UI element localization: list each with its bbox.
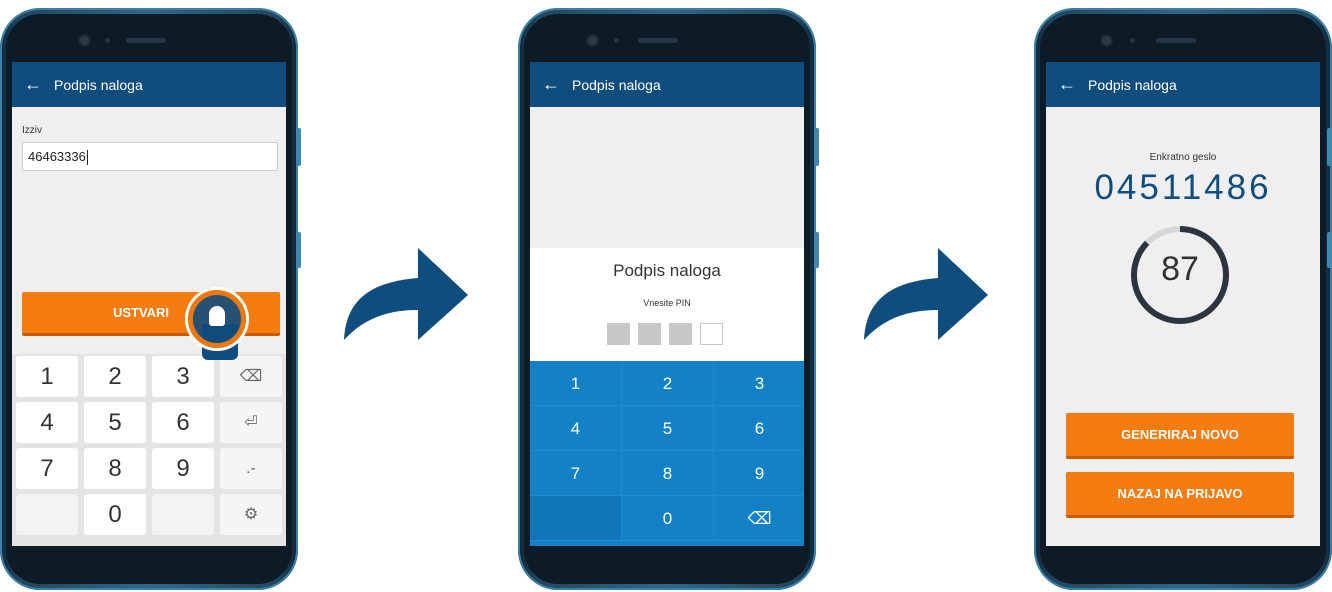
back-arrow-icon[interactable]: ← [1046,62,1088,107]
key-9[interactable]: 9 [152,448,214,489]
sensor-icon [614,38,619,43]
back-arrow-icon[interactable]: ← [530,62,572,107]
fingertip-icon [209,306,225,326]
speaker-grille [1156,38,1196,43]
phone-frame-3: ← Podpis naloga Enkratno geslo 04511486 … [1034,8,1332,590]
pin-key-7[interactable]: 7 [530,451,622,496]
volume-button [814,128,819,166]
pin-key-1[interactable]: 1 [530,361,622,406]
key-4[interactable]: 4 [16,402,78,443]
app-bar-title: Podpis naloga [1088,76,1177,93]
backspace-key-icon[interactable]: ⌫ [220,356,282,397]
pin-key-4[interactable]: 4 [530,406,622,451]
pin-digit-filled [607,323,630,345]
camera-icon [80,36,89,45]
key-2[interactable]: 2 [84,356,146,397]
otp-code: 04511486 [1094,168,1272,207]
challenge-input[interactable]: 46463336 [22,142,278,171]
enter-key-icon[interactable]: ⏎ [220,402,282,443]
challenge-value: 46463336 [28,149,86,164]
text-caret [86,150,88,166]
pin-prompt: Vnesite PIN [643,298,691,308]
camera-icon [1102,36,1111,45]
back-arrow-icon[interactable]: ← [12,62,54,107]
numeric-keyboard: 1 2 3 ⌫ 4 5 6 ⏎ 7 8 9 .- 0 ⚙ [12,354,286,546]
curved-arrow-icon [344,248,468,340]
punctuation-key[interactable]: .- [220,448,282,489]
pin-key-9[interactable]: 9 [714,451,804,496]
volume-button [296,128,301,166]
pin-digit-empty [700,323,723,345]
pin-key-2[interactable]: 2 [622,361,714,406]
app-screen-challenge: ← Podpis naloga Izziv 46463336 USTVARI 1… [12,62,286,546]
otp-label: Enkratno geslo [1149,152,1217,163]
key-1[interactable]: 1 [16,356,78,397]
pin-key-6[interactable]: 6 [714,406,804,451]
challenge-label: Izziv [22,125,42,136]
pin-sheet-title: Podpis naloga [613,261,721,280]
app-bar: ← Podpis naloga [530,62,804,107]
key-3[interactable]: 3 [152,356,214,397]
curved-arrow-icon [864,248,988,340]
pin-key-8[interactable]: 8 [622,451,714,496]
key-7[interactable]: 7 [16,448,78,489]
back-to-login-button[interactable]: NAZAJ NA PRIJAVO [1066,472,1294,518]
key-5[interactable]: 5 [84,402,146,443]
speaker-grille [126,38,166,43]
volume-button [1327,128,1332,166]
key-6[interactable]: 6 [152,402,214,443]
sensor-icon [105,38,110,43]
app-screen-pin: ← Podpis naloga Podpis naloga Vnesite PI… [530,62,804,546]
power-button [1327,232,1332,268]
key-0[interactable]: 0 [84,494,146,535]
pin-keypad: 1 2 3 4 5 6 7 8 9 0 ⌫ [530,361,804,546]
key-8[interactable]: 8 [84,448,146,489]
camera-icon [588,36,597,45]
speaker-grille [638,38,678,43]
app-screen-otp: ← Podpis naloga Enkratno geslo 04511486 … [1046,62,1320,546]
countdown-seconds: 87 [1161,250,1199,288]
pin-key-0[interactable]: 0 [622,496,714,541]
pin-key-5[interactable]: 5 [622,406,714,451]
pin-digit-filled [669,323,692,345]
create-button-label: USTVARI [112,305,170,320]
pin-digit-filled [638,323,661,345]
app-bar-title: Podpis naloga [572,76,661,93]
pin-key-3[interactable]: 3 [714,361,804,406]
generate-new-button[interactable]: GENERIRAJ NOVO [1066,413,1294,459]
blank-key [16,494,78,535]
blank-key [152,494,214,535]
power-button [296,232,301,268]
sensor-icon [1130,38,1135,43]
phone-frame-1: ← Podpis naloga Izziv 46463336 USTVARI 1… [0,8,301,590]
power-button [814,232,819,268]
app-bar: ← Podpis naloga [12,62,286,107]
app-bar: ← Podpis naloga [1046,62,1320,107]
app-bar-title: Podpis naloga [54,76,143,93]
pin-key-blank [530,496,622,541]
pin-backspace-icon[interactable]: ⌫ [714,496,804,541]
phone-frame-2: ← Podpis naloga Podpis naloga Vnesite PI… [518,8,819,590]
settings-gear-icon[interactable]: ⚙ [220,494,282,535]
